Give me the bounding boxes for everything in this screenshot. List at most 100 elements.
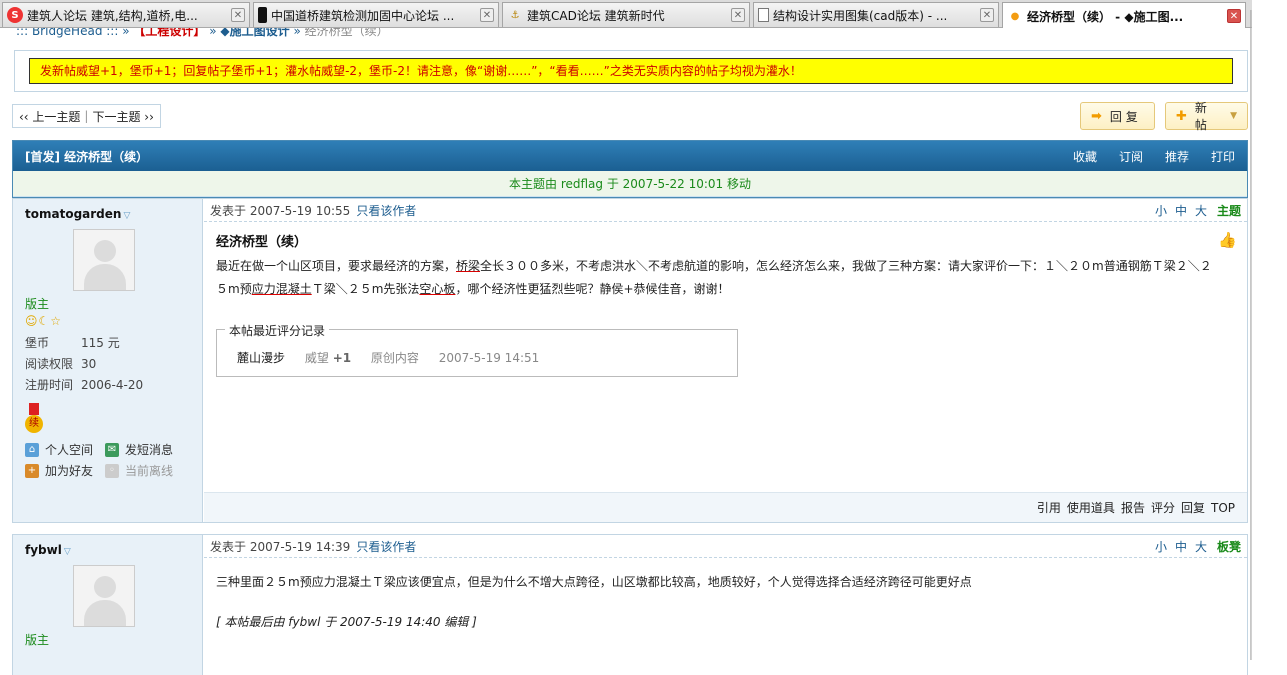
page-edge (1252, 0, 1287, 675)
thread-pager: ‹‹ 上一主题 | 下一主题 ›› (12, 104, 161, 128)
breadcrumb-sep: » (209, 28, 217, 38)
stat-coins: 堡币 115 元 (25, 336, 120, 350)
notice-box: 发新帖威望+1，堡币+1；回复帖子堡币+1；灌水帖威望-2，堡币-2！请注意，像… (14, 50, 1248, 92)
post-body: 发表于 2007-5-19 14:39 只看该作者 小 中 大 板凳 三种里面２… (204, 535, 1247, 675)
browser-tab-strip: S 建筑人论坛 建筑,结构,道桥,电... ✕ 中国道桥建筑检测加固中心论坛 .… (0, 0, 1252, 29)
thread-header: [首发] 经济桥型（续） 收藏 订阅 推荐 打印 本主题由 redflag 于 … (12, 140, 1248, 198)
post-text: 三种里面２５m预应力混凝土Ｔ梁应该便宜点，但是为什么不增大点跨径，山区墩都比较高… (216, 575, 972, 589)
avatar (73, 229, 135, 291)
pager-divider: | (84, 109, 89, 123)
thumbs-up-icon[interactable]: 👍 (1218, 231, 1237, 249)
breadcrumb-home[interactable]: ::: BridgeHead ::: (16, 28, 118, 38)
post-floor: 主题 (1216, 203, 1241, 218)
edit-note: [ 本帖最后由 fybwl 于 2007-5-19 14:40 编辑 ] (216, 615, 477, 629)
reply-link[interactable]: 回复 (1181, 499, 1205, 516)
tab-label: 中国道桥建筑检测加固中心论坛 ... (271, 8, 455, 23)
page-content: ::: BridgeHead ::: » 【工程设计】 » ◆施工图设计 » 经… (0, 28, 1252, 675)
post-meta: 发表于 2007-5-19 10:55 只看该作者 小 中 大 主题 (204, 199, 1247, 222)
anchor-icon: ⚓ (510, 9, 520, 21)
post-2: fybwl ▽ 版主 发表于 2007-5-19 14:39 只看该作者 小 中 … (12, 534, 1248, 675)
document-icon (758, 8, 769, 22)
message-icon: ✉ (105, 442, 119, 457)
tab-label: 建筑人论坛 建筑,结构,道桥,电... (27, 8, 198, 23)
only-author-link[interactable]: 只看该作者 (356, 538, 416, 555)
plus-icon: ✚ (1176, 108, 1187, 124)
post-text: 最近在做一个山区项目，要求最经济的方案，桥梁全长３００多米，不考虑洪水＼不考虑航… (216, 259, 1212, 296)
tab-2[interactable]: ⚓ 建筑CAD论坛 建筑新时代 ✕ (502, 2, 750, 27)
rating-legend: 本帖最近评分记录 (225, 322, 330, 339)
tab-0[interactable]: S 建筑人论坛 建筑,结构,道桥,电... ✕ (2, 2, 250, 27)
rating-time: 2007-5-19 14:51 (438, 351, 540, 365)
font-small-link[interactable]: 小 (1155, 202, 1167, 219)
author-role: 版主 (25, 297, 50, 311)
chevron-down-icon[interactable]: ▼ (1230, 111, 1237, 121)
breadcrumb-sep: » (122, 28, 130, 38)
home-icon: ⌂ (25, 442, 39, 457)
font-medium-link[interactable]: 中 (1175, 538, 1187, 555)
add-friend-icon: + (25, 463, 39, 478)
new-post-label: 新 帖 (1194, 101, 1207, 132)
font-large-link[interactable]: 大 (1195, 538, 1207, 555)
medal-icon: 续 (25, 403, 43, 433)
tab-3[interactable]: 结构设计实用图集(cad版本) - ... ✕ (753, 2, 999, 27)
top-link[interactable]: TOP (1211, 501, 1235, 515)
author-name[interactable]: fybwl ▽ (25, 543, 190, 557)
forum-s-icon: S (7, 7, 23, 23)
post-1: tomatogarden ▽ 版主 ☺☾☆ 堡币 115 元 阅读权限 30 注册时间… (12, 198, 1248, 523)
action-recommend[interactable]: 推荐 (1165, 148, 1189, 165)
prev-thread-link[interactable]: ‹‹ 上一主题 (17, 108, 82, 125)
font-medium-link[interactable]: 中 (1175, 202, 1187, 219)
close-icon[interactable]: ✕ (731, 8, 745, 22)
post-meta: 发表于 2007-5-19 14:39 只看该作者 小 中 大 板凳 (204, 535, 1247, 558)
post-body: 发表于 2007-5-19 10:55 只看该作者 小 中 大 主题 经济桥型（… (204, 199, 1247, 522)
reply-button[interactable]: ➡ 回 复 (1080, 102, 1155, 130)
action-print[interactable]: 打印 (1211, 148, 1235, 165)
send-message-link[interactable]: ✉ 发短消息 (105, 441, 185, 458)
arrow-right-icon: ➡ (1091, 108, 1102, 124)
avatar (73, 565, 135, 627)
report-link[interactable]: 报告 (1121, 499, 1145, 516)
tab-label: 结构设计实用图集(cad版本) - ... (773, 8, 948, 23)
font-small-link[interactable]: 小 (1155, 538, 1167, 555)
font-large-link[interactable]: 大 (1195, 202, 1207, 219)
author-panel: tomatogarden ▽ 版主 ☺☾☆ 堡币 115 元 阅读权限 30 注册时间… (13, 199, 203, 522)
author-name[interactable]: tomatogarden ▽ (25, 207, 190, 221)
offline-user-icon: ◦ (105, 463, 119, 478)
reply-label: 回 复 (1109, 109, 1138, 124)
personal-space-link[interactable]: ⌂ 个人空间 (25, 441, 105, 458)
tab-4[interactable]: ● 经济桥型（续） - ◆施工图... ✕ (1002, 2, 1246, 29)
only-author-link[interactable]: 只看该作者 (356, 202, 416, 219)
breadcrumb-section[interactable]: 【工程设计】 (133, 28, 205, 38)
author-links: ⌂ 个人空间 ✉ 发短消息 + 加为好友 ◦ 当前离线 (25, 441, 190, 479)
rating-record: 本帖最近评分记录 麓山漫步 威望 +1 原创内容 2007-5-19 14:51 (216, 322, 738, 377)
action-subscribe[interactable]: 订阅 (1119, 148, 1143, 165)
stat-read-level: 阅读权限 30 (25, 357, 97, 371)
breadcrumb-sep: » (293, 28, 301, 38)
rating-points: 威望 +1 (304, 351, 352, 365)
quote-link[interactable]: 引用 (1037, 499, 1061, 516)
add-friend-link[interactable]: + 加为好友 (25, 462, 105, 479)
breadcrumb-current: 经济桥型（续） (304, 28, 389, 38)
offline-status: ◦ 当前离线 (105, 462, 185, 479)
author-panel: fybwl ▽ 版主 (13, 535, 203, 675)
post-footer: 引用 使用道具 报告 评分 回复 TOP (204, 492, 1247, 522)
action-favorite[interactable]: 收藏 (1073, 148, 1097, 165)
rate-link[interactable]: 评分 (1151, 499, 1175, 516)
use-tool-link[interactable]: 使用道具 (1067, 499, 1115, 516)
chevron-down-icon: ▽ (63, 547, 71, 557)
stat-register-date: 注册时间 2006-4-20 (25, 378, 144, 392)
tab-1[interactable]: 中国道桥建筑检测加固中心论坛 ... ✕ (253, 2, 499, 27)
dark-page-icon (258, 7, 267, 23)
breadcrumb-subsection[interactable]: ◆施工图设计 (220, 28, 289, 38)
post-floor: 板凳 (1216, 539, 1241, 554)
close-icon[interactable]: ✕ (231, 8, 245, 22)
close-icon[interactable]: ✕ (1227, 9, 1241, 23)
close-icon[interactable]: ✕ (980, 8, 994, 22)
rater-name[interactable]: 麓山漫步 (237, 351, 285, 365)
tab-label: 建筑CAD论坛 建筑新时代 (527, 8, 665, 23)
next-thread-link[interactable]: 下一主题 ›› (90, 108, 155, 125)
close-icon[interactable]: ✕ (480, 8, 494, 22)
thread-title: [首发] 经济桥型（续） (25, 149, 149, 164)
new-post-button[interactable]: ✚ 新 帖 ▼ (1165, 101, 1248, 132)
tab-label: 经济桥型（续） - ◆施工图... (1027, 9, 1184, 24)
